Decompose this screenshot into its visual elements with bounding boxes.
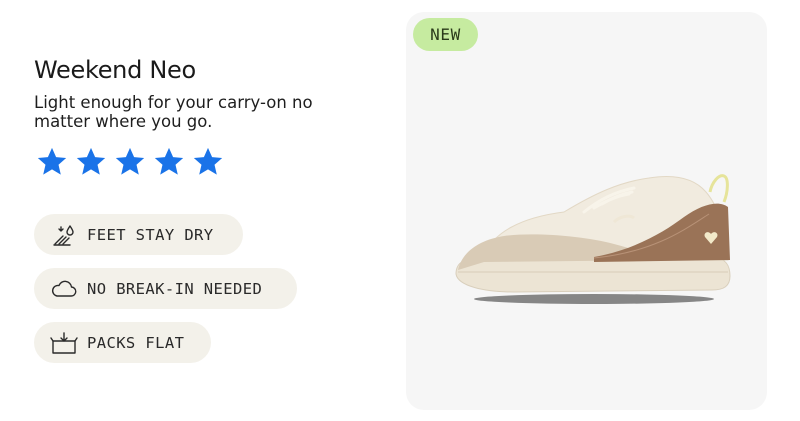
star-icon <box>73 145 109 179</box>
product-image-card[interactable]: NEW <box>406 12 767 410</box>
product-tagline: Light enough for your carry-on no matter… <box>34 93 313 131</box>
feature-pill-packs-flat: PACKS FLAT <box>34 322 211 363</box>
feature-pill-dry: FEET STAY DRY <box>34 214 243 255</box>
cloud-icon <box>50 276 78 302</box>
box-icon <box>50 330 78 356</box>
new-badge: NEW <box>413 18 478 51</box>
feature-pill-break-in: NO BREAK-IN NEEDED <box>34 268 297 309</box>
star-icon <box>34 145 70 179</box>
star-rating <box>34 145 226 179</box>
sneaker-image <box>444 162 734 312</box>
star-icon <box>151 145 187 179</box>
star-icon <box>190 145 226 179</box>
product-info: Weekend Neo Light enough for your carry-… <box>34 0 394 421</box>
feature-label: NO BREAK-IN NEEDED <box>87 279 263 298</box>
product-title: Weekend Neo <box>34 56 196 84</box>
feature-label: PACKS FLAT <box>87 333 185 352</box>
feature-label: FEET STAY DRY <box>87 225 214 244</box>
water-drop-icon <box>50 222 78 248</box>
star-icon <box>112 145 148 179</box>
